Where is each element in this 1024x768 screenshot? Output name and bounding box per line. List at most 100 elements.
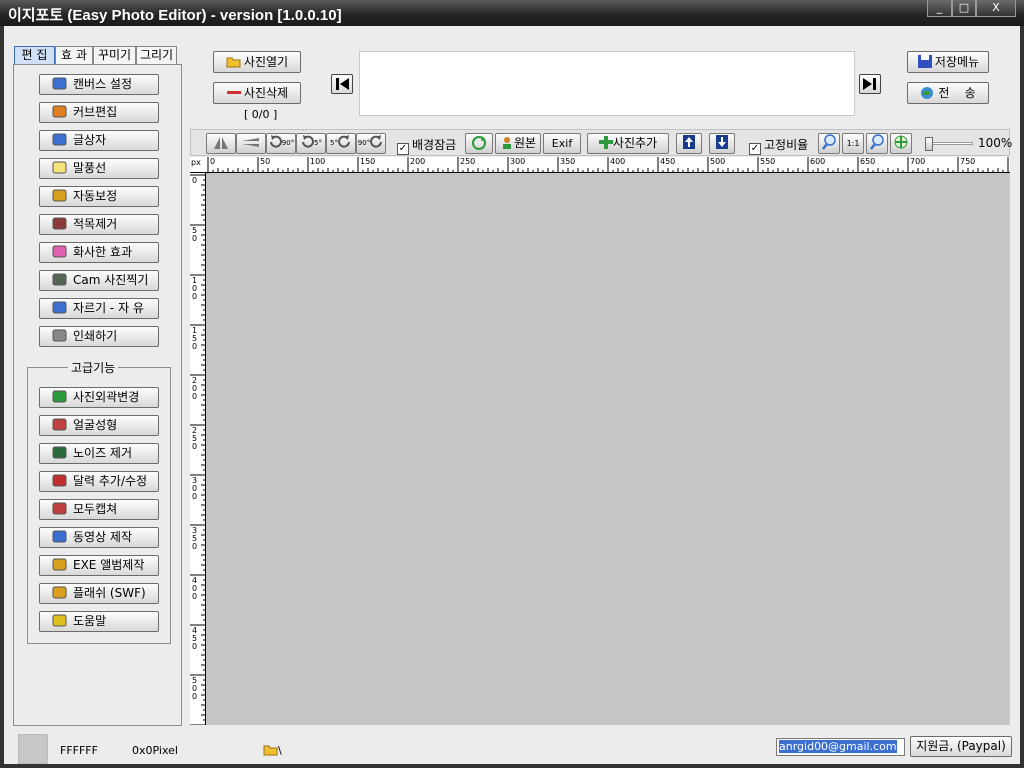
tab-effects[interactable]: 효 과 <box>55 46 93 65</box>
rotate-5-ccw-button[interactable]: 5° <box>296 133 326 154</box>
h-ruler-label: 250 <box>460 157 476 166</box>
magic-wand-icon <box>52 189 68 202</box>
help-icon <box>52 614 68 627</box>
printer-icon <box>52 329 68 342</box>
advanced-item-6-label: EXE 앨범제작 <box>73 558 145 572</box>
close-button[interactable]: X <box>976 0 1016 17</box>
lock-background-label: 배경잠금 <box>412 138 457 152</box>
v-ruler-label: 0 <box>192 176 198 185</box>
advanced-item-2[interactable]: 노이즈 제거 <box>39 443 159 464</box>
next-icon <box>863 78 876 90</box>
h-ruler-label: 100 <box>310 157 326 166</box>
advanced-item-4-label: 모두캡쳐 <box>73 502 118 516</box>
check-icon: ✓ <box>397 143 409 155</box>
magic-wand-icon <box>52 558 68 571</box>
thumbnail-strip[interactable] <box>359 51 855 116</box>
zoom-out-button[interactable] <box>866 133 888 154</box>
sidebar-item-9-label: 인쇄하기 <box>73 329 118 343</box>
exif-button[interactable]: Exif <box>543 133 581 154</box>
advanced-group-title: 고급기능 <box>68 359 119 376</box>
sidebar-item-4-label: 자동보정 <box>73 189 118 203</box>
actual-size-button[interactable]: 1:1 <box>842 133 864 154</box>
tab-decorate[interactable]: 꾸미기 <box>93 46 136 65</box>
sidebar-item-7-label: Cam 사진찍기 <box>73 273 149 287</box>
glow-icon <box>52 245 68 258</box>
status-bar: FFFFFF 0x0Pixel \ anrgid00@gmail.com 지원금… <box>13 729 1016 764</box>
arrow-down-icon <box>716 135 728 149</box>
zoom-slider[interactable] <box>925 137 973 151</box>
h-ruler-label: 350 <box>560 157 576 166</box>
sidebar-item-5-label: 적목제거 <box>73 217 118 231</box>
delete-photo-button[interactable]: 사진삭제 <box>213 82 301 104</box>
h-ruler-label: 550 <box>760 157 776 166</box>
sidebar-item-8[interactable]: 자르기 - 자 유 <box>39 298 159 319</box>
original-button[interactable]: 원본 <box>495 133 541 154</box>
email-field[interactable]: anrgid00@gmail.com <box>776 738 905 756</box>
advanced-item-6[interactable]: EXE 앨범제작 <box>39 555 159 576</box>
tab-draw[interactable]: 그리기 <box>136 46 177 65</box>
minimize-button[interactable]: _ <box>927 0 952 17</box>
h-ruler-label: 450 <box>660 157 676 166</box>
next-photo-button[interactable] <box>859 74 881 94</box>
send-button[interactable]: 전 송 <box>907 82 989 104</box>
sidebar-item-9[interactable]: 인쇄하기 <box>39 326 159 347</box>
sidebar-item-0[interactable]: 캔버스 설정 <box>39 74 159 95</box>
face-icon <box>52 418 68 431</box>
check-icon: ✓ <box>749 143 761 155</box>
maximize-button[interactable]: □ <box>952 0 976 17</box>
zoom-slider-thumb[interactable] <box>925 137 933 151</box>
open-photo-label: 사진열기 <box>243 55 289 69</box>
move-down-button[interactable] <box>709 133 735 154</box>
sidebar-item-2[interactable]: 글상자 <box>39 130 159 151</box>
delete-photo-label: 사진삭제 <box>243 86 289 100</box>
pan-button[interactable] <box>890 133 912 154</box>
advanced-item-3[interactable]: 달력 추가/수정 <box>39 471 159 492</box>
rotate-right-icon <box>370 135 383 148</box>
flip-horizontal-button[interactable] <box>206 133 236 154</box>
advanced-item-1[interactable]: 얼굴성형 <box>39 415 159 436</box>
flip-horizontal-icon <box>214 137 228 149</box>
sidebar-item-0-label: 캔버스 설정 <box>73 77 133 91</box>
h-ruler-label: 700 <box>910 157 926 166</box>
sidebar-item-3[interactable]: 말풍선 <box>39 158 159 179</box>
shapes-icon <box>52 390 68 403</box>
v-ruler-label: 50 <box>192 226 198 243</box>
lock-background-checkbox[interactable]: ✓ 배경잠금 <box>397 136 456 155</box>
rotate-5-cw-button[interactable]: 5° <box>326 133 356 154</box>
sidebar-item-6[interactable]: 화사한 효과 <box>39 242 159 263</box>
sidebar-item-4[interactable]: 자동보정 <box>39 186 159 207</box>
portrait-icon <box>52 502 68 515</box>
red-eye-icon <box>52 217 68 230</box>
move-up-button[interactable] <box>676 133 702 154</box>
folder-icon <box>263 744 278 756</box>
sidebar-item-5[interactable]: 적목제거 <box>39 214 159 235</box>
sidebar-item-7[interactable]: Cam 사진찍기 <box>39 270 159 291</box>
sidebar-item-1[interactable]: 커브편집 <box>39 102 159 123</box>
sidebar-item-1-label: 커브편집 <box>73 105 118 119</box>
tab-edit[interactable]: 편 집 <box>14 46 55 65</box>
advanced-item-5[interactable]: 동영상 제작 <box>39 527 159 548</box>
prev-photo-button[interactable] <box>331 74 353 94</box>
h-ruler-label: 600 <box>810 157 826 166</box>
zoom-in-button[interactable] <box>818 133 840 154</box>
rotate-90-cw-button[interactable]: 90° <box>356 133 386 154</box>
advanced-item-4[interactable]: 모두캡쳐 <box>39 499 159 520</box>
open-photo-button[interactable]: 사진열기 <box>213 51 301 73</box>
save-menu-button[interactable]: 저장메뉴 <box>907 51 989 73</box>
h-ruler-label: 0 <box>210 157 216 166</box>
rotate-right-icon <box>338 135 350 148</box>
flip-vertical-button[interactable] <box>236 133 266 154</box>
advanced-item-7[interactable]: 플래쉬 (SWF) <box>39 583 159 604</box>
photo-canvas[interactable] <box>206 173 1010 725</box>
floppy-disk-icon <box>917 54 933 68</box>
fixed-ratio-checkbox[interactable]: ✓ 고정비율 <box>749 136 808 155</box>
advanced-item-5-label: 동영상 제작 <box>73 530 133 544</box>
advanced-item-8[interactable]: 도움말 <box>39 611 159 632</box>
color-swatch <box>18 734 48 764</box>
add-photo-button[interactable]: 사진추가 <box>587 133 669 154</box>
refresh-button[interactable] <box>465 133 493 154</box>
rotate-90-ccw-button[interactable]: 90° <box>266 133 296 154</box>
sidebar-item-3-label: 말풍선 <box>73 161 107 175</box>
advanced-item-0[interactable]: 사진외곽변경 <box>39 387 159 408</box>
donate-button[interactable]: 지원금, (Paypal) <box>910 736 1012 757</box>
